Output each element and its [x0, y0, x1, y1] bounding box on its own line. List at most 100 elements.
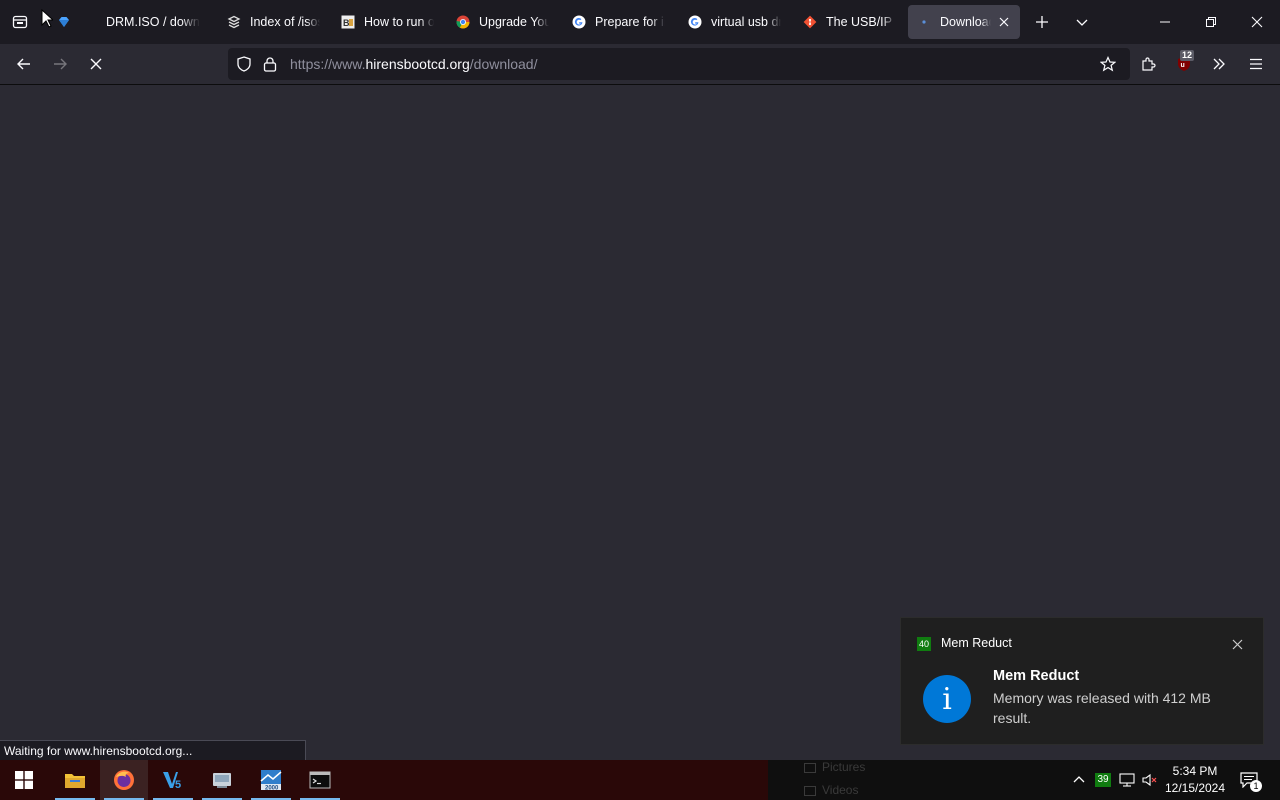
- clock-date: 12/15/2024: [1164, 781, 1226, 795]
- taskbar-ghost-list: Pictures Videos: [800, 760, 910, 800]
- svg-text:B: B: [343, 18, 350, 28]
- show-hidden-icons-button[interactable]: [1068, 760, 1090, 800]
- tray-mem-reduct[interactable]: 39: [1092, 760, 1114, 800]
- more-tools-button[interactable]: [1203, 48, 1235, 80]
- google-icon: [571, 14, 587, 30]
- taskbar-clock[interactable]: 5:34 PM 12/15/2024: [1160, 763, 1230, 797]
- svg-text:2000: 2000: [265, 786, 279, 792]
- tab-upgrade-your[interactable]: Upgrade You: [447, 5, 557, 39]
- navigation-toolbar: https://www.hirensbootcd.org/download/ u…: [0, 44, 1280, 85]
- puzzle-icon: [1142, 57, 1156, 71]
- disk-utility-icon: [213, 773, 231, 788]
- taskbar-file-explorer[interactable]: [51, 760, 99, 800]
- network-icon: [1119, 773, 1135, 787]
- double-chevron-right-icon: [1213, 58, 1225, 70]
- tab-pinned[interactable]: [48, 5, 84, 39]
- tab-title: The USB/IP P: [826, 15, 896, 29]
- taskbar-firefox[interactable]: [100, 760, 148, 800]
- tab-title: Index of /isos: [250, 15, 320, 29]
- stop-loading-button[interactable]: [80, 48, 112, 80]
- back-button[interactable]: [8, 48, 40, 80]
- firefox-view-icon: [12, 15, 28, 29]
- tab-index-of-isos[interactable]: Index of /isos: [218, 5, 328, 39]
- mem-reduct-tray-badge: 39: [1095, 773, 1111, 787]
- minimize-icon: [1160, 21, 1170, 23]
- url-text[interactable]: https://www.hirensbootcd.org/download/: [290, 56, 537, 72]
- taskbar-disk-utility[interactable]: [198, 760, 246, 800]
- address-bar[interactable]: https://www.hirensbootcd.org/download/: [228, 48, 1130, 80]
- extensions-button[interactable]: [1132, 48, 1164, 80]
- bookmark-star-icon[interactable]: [1099, 56, 1117, 77]
- notification-title: Mem Reduct: [993, 668, 1080, 684]
- tray-volume[interactable]: [1139, 760, 1161, 800]
- vs-app-icon: 5: [163, 772, 181, 790]
- url-path: /download/: [469, 56, 538, 72]
- ublock-extension-button[interactable]: u 12: [1168, 48, 1200, 80]
- tab-title: virtual usb dr: [711, 15, 781, 29]
- clock-time: 5:34 PM: [1172, 764, 1218, 778]
- restore-button[interactable]: [1188, 0, 1234, 44]
- notification-app-name: Mem Reduct: [941, 636, 1012, 650]
- gem-icon: [56, 14, 72, 30]
- taskbar-command-prompt[interactable]: [296, 760, 344, 800]
- tab-close-button[interactable]: [995, 13, 1012, 31]
- loading-dot-icon: [916, 14, 932, 30]
- tracking-protection-shield-icon[interactable]: [236, 56, 252, 77]
- action-center-button[interactable]: 1: [1236, 760, 1262, 800]
- speaker-muted-icon: [1142, 773, 1157, 787]
- url-prefix: https://www.: [290, 56, 366, 72]
- firefox-icon: [114, 770, 134, 790]
- info-icon: i: [923, 675, 971, 723]
- hamburger-menu-icon: [1250, 58, 1262, 70]
- mouse-cursor-icon: [41, 9, 53, 28]
- ghost-item-label: Pictures: [822, 760, 866, 774]
- ghost-item-label: Videos: [822, 783, 859, 797]
- start-button[interactable]: [0, 760, 48, 800]
- lock-icon[interactable]: [263, 56, 277, 77]
- videos-folder-icon: [804, 785, 816, 796]
- extension-badge-count: 12: [1180, 50, 1195, 61]
- app-menu-button[interactable]: [1240, 48, 1272, 80]
- tab-usbip[interactable]: The USB/IP P: [794, 5, 904, 39]
- ghost-item-videos: Videos: [804, 783, 858, 797]
- globe-2000-icon: 2000: [260, 770, 282, 792]
- taskbar-visual-studio-code[interactable]: 5: [149, 760, 197, 800]
- notification-close-button[interactable]: [1227, 634, 1247, 654]
- google-icon: [687, 14, 703, 30]
- url-host: hirensbootcd.org: [365, 56, 470, 72]
- chevron-up-icon: [1073, 776, 1085, 783]
- arrow-right-icon: [54, 58, 67, 70]
- git-icon: [802, 14, 818, 30]
- tab-virtual-usb[interactable]: virtual usb dr: [679, 5, 789, 39]
- notification-toast[interactable]: 40 Mem Reduct i Mem Reduct Memory was re…: [900, 617, 1264, 745]
- windows-logo-icon: [15, 771, 33, 789]
- tab-download-active[interactable]: Download: [908, 5, 1020, 39]
- terminal-icon: [309, 771, 331, 789]
- taskbar: Pictures Videos 5 2000 39 5:34 PM 12/15/…: [0, 760, 1280, 800]
- forward-button[interactable]: [44, 48, 76, 80]
- tab-title: Upgrade You: [479, 15, 549, 29]
- restore-icon: [1206, 17, 1216, 27]
- action-center-count-badge: 1: [1250, 780, 1262, 792]
- close-icon: [999, 17, 1009, 27]
- close-window-button[interactable]: [1234, 0, 1280, 44]
- stop-icon: [90, 58, 102, 70]
- notification-body: Memory was released with 412 MB result.: [993, 690, 1211, 726]
- taskbar-network-app[interactable]: 2000: [247, 760, 295, 800]
- firefox-view-button[interactable]: [4, 6, 36, 38]
- pictures-folder-icon: [804, 762, 816, 773]
- new-tab-button[interactable]: [1026, 6, 1058, 38]
- close-icon: [1251, 16, 1263, 28]
- tutorial-icon: B: [340, 14, 356, 30]
- tab-prepare-for[interactable]: Prepare for in: [563, 5, 673, 39]
- tab-how-to-run[interactable]: B How to run o: [332, 5, 442, 39]
- tray-network[interactable]: [1116, 760, 1138, 800]
- tab-drm-iso[interactable]: DRM.ISO / downl: [98, 5, 208, 39]
- list-all-tabs-button[interactable]: [1066, 6, 1098, 38]
- tab-title: Download: [940, 15, 992, 29]
- folder-icon: [65, 774, 85, 788]
- tab-title: Prepare for in: [595, 15, 665, 29]
- close-icon: [1232, 639, 1242, 649]
- tab-title: DRM.ISO / downl: [106, 15, 200, 29]
- minimize-button[interactable]: [1142, 0, 1188, 44]
